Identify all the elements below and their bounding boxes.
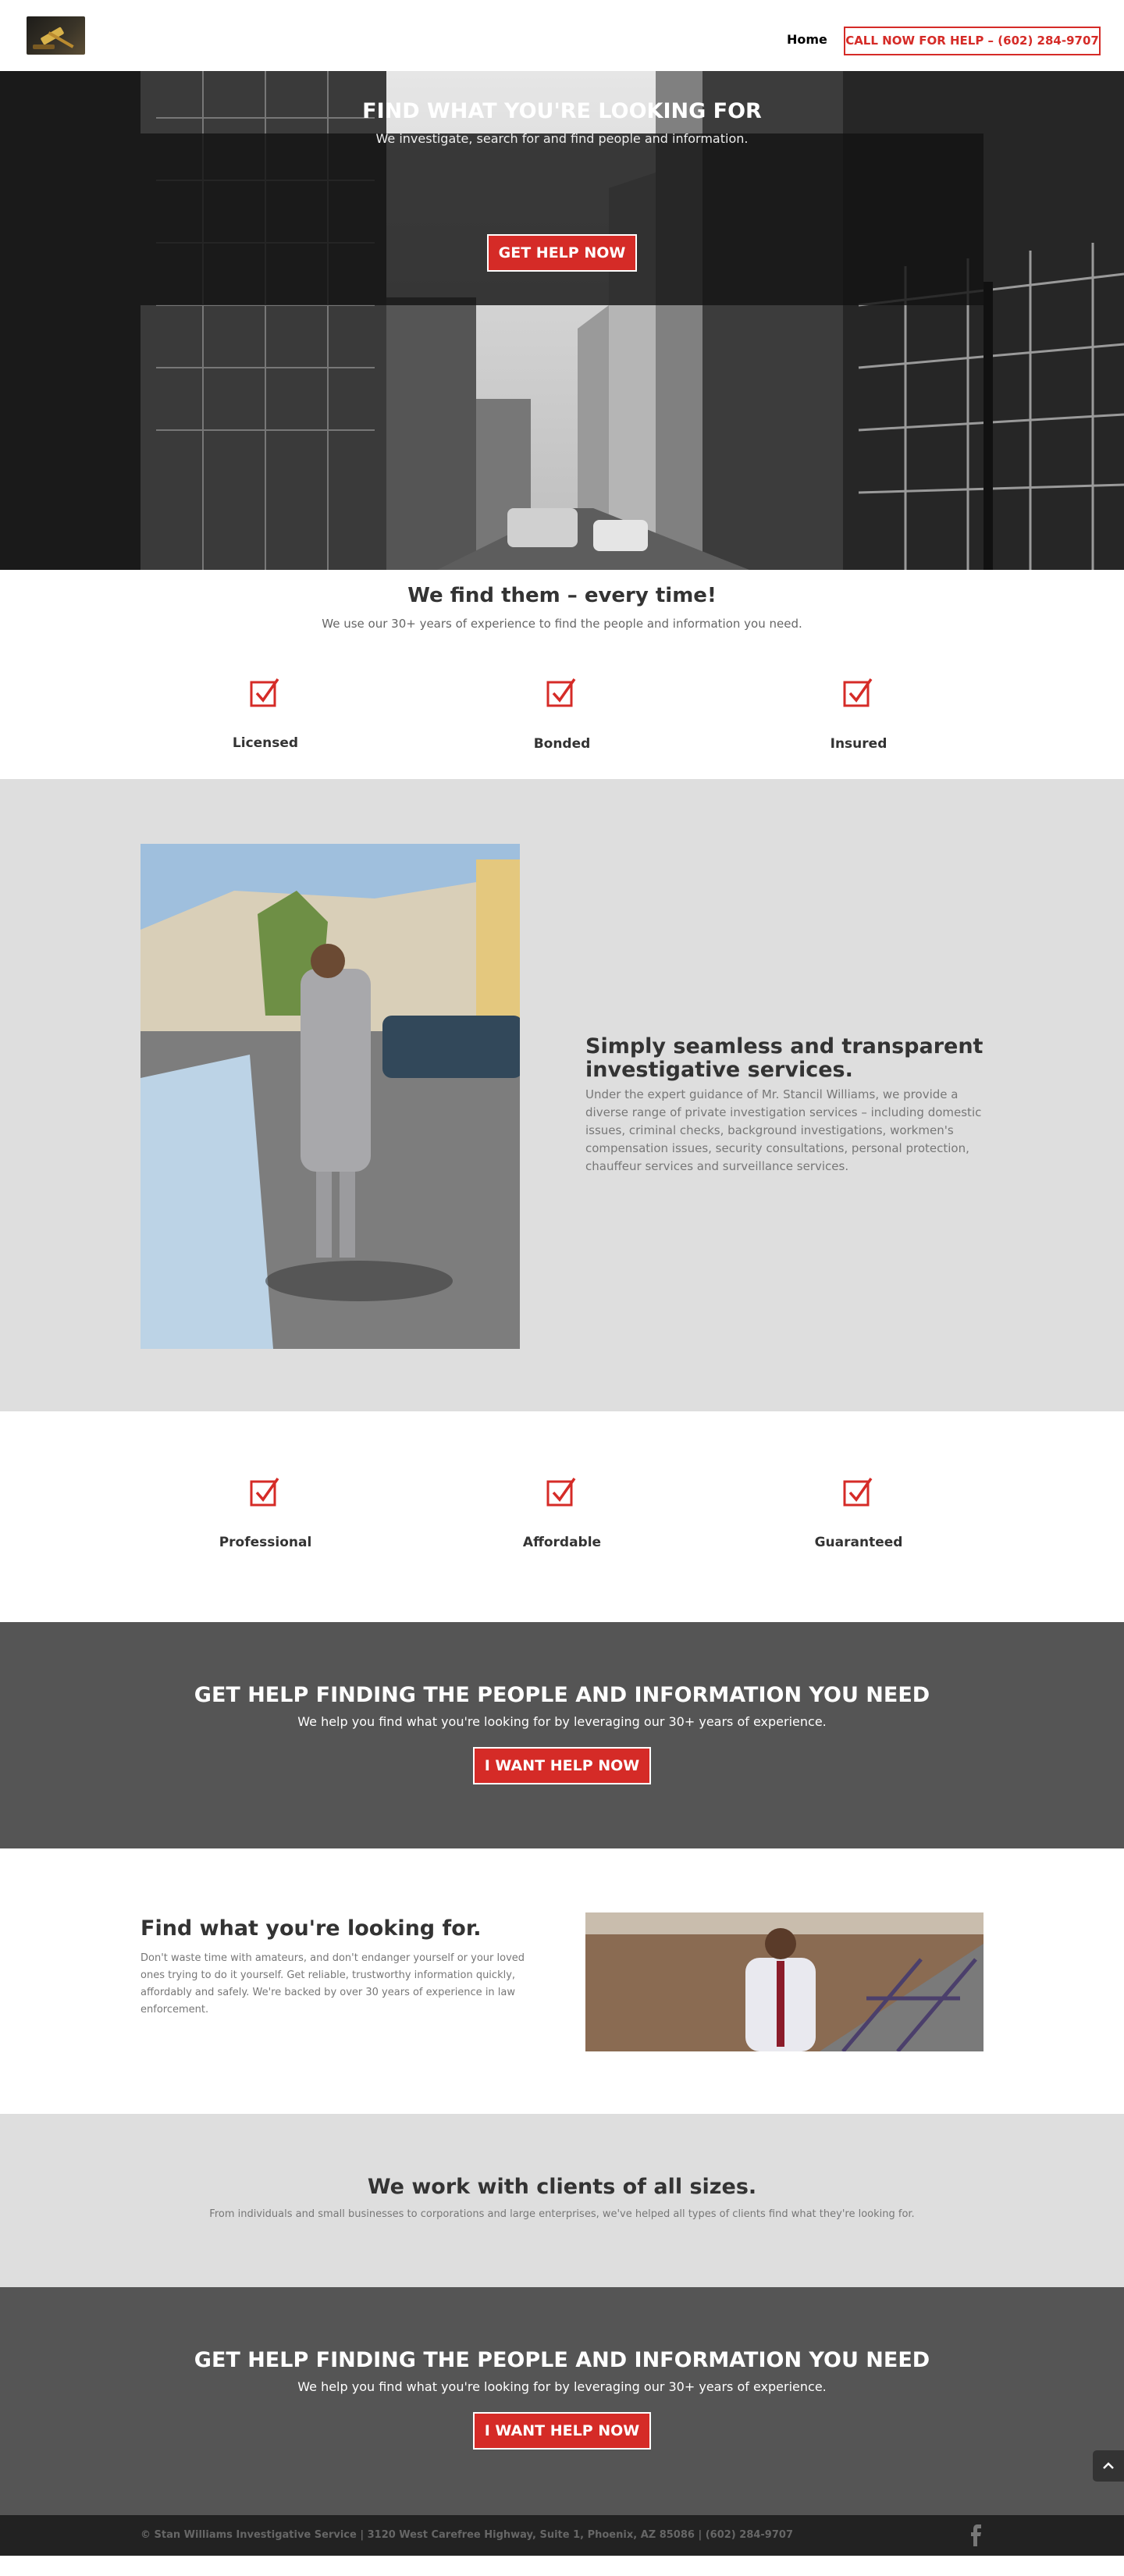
call-now-button[interactable]: CALL NOW FOR HELP – (602) 284-9707	[844, 27, 1101, 55]
i-want-help-now-button[interactable]: I WANT HELP NOW	[473, 1747, 651, 1784]
feature-licensed: Licensed	[232, 735, 299, 751]
investigator-stairs-photo	[585, 1912, 984, 2051]
investigator-photo	[140, 844, 520, 1349]
feature-insured: Insured	[830, 736, 887, 752]
checkbox-checked-icon	[250, 678, 279, 707]
nav-home-link[interactable]: Home	[787, 32, 827, 47]
clients-title: We work with clients of all sizes.	[367, 2175, 757, 2199]
feature-bonded: Bonded	[533, 736, 591, 752]
chevron-up-icon	[1103, 2462, 1114, 2469]
cta-title-1: GET HELP FINDING THE PEOPLE AND INFORMAT…	[194, 1683, 930, 1707]
cta-subtitle-2: We help you find what you're looking for…	[297, 2379, 827, 2394]
get-help-now-button[interactable]: GET HELP NOW	[487, 234, 637, 272]
cta-subtitle-1: We help you find what you're looking for…	[297, 1714, 827, 1729]
logo[interactable]	[27, 16, 85, 55]
checkbox-checked-icon	[250, 1477, 279, 1507]
site-header: Home CALL NOW FOR HELP – (602) 284-9707	[0, 0, 1124, 71]
cta-title-2: GET HELP FINDING THE PEOPLE AND INFORMAT…	[194, 2348, 930, 2372]
cta-section-2	[0, 2287, 1124, 2515]
checkbox-checked-icon	[843, 678, 873, 707]
site-footer: © Stan Williams Investigative Service | …	[0, 2515, 1124, 2556]
checkbox-checked-icon	[843, 1477, 873, 1507]
seamless-body: Under the expert guidance of Mr. Stancil…	[585, 1087, 982, 1173]
hero-title: FIND WHAT YOU'RE LOOKING FOR	[362, 99, 762, 123]
footer-copyright: © Stan Williams Investigative Service | …	[140, 2529, 793, 2541]
hero-subtitle: We investigate, search for and find peop…	[375, 131, 749, 146]
i-want-help-now-button-2[interactable]: I WANT HELP NOW	[473, 2412, 651, 2450]
seamless-title: Simply seamless and transparent investig…	[585, 1034, 984, 1082]
looking-title: Find what you're looking for.	[140, 1916, 482, 1941]
feature-guaranteed: Guaranteed	[814, 1535, 903, 1550]
hero-overlay	[140, 133, 984, 305]
clients-subtitle: From individuals and small businesses to…	[209, 2208, 915, 2220]
scroll-top-button[interactable]	[1093, 2450, 1124, 2482]
intro-subtitle: We use our 30+ years of experience to fi…	[322, 617, 802, 631]
cta-section-1	[0, 1622, 1124, 1848]
feature-affordable: Affordable	[522, 1535, 602, 1550]
checkbox-checked-icon	[546, 1477, 576, 1507]
feature-professional: Professional	[219, 1535, 312, 1550]
looking-body: Don't waste time with amateurs, and don'…	[140, 1952, 525, 2016]
checkbox-checked-icon	[546, 678, 576, 707]
intro-title: We find them – every time!	[407, 584, 717, 607]
clients-section	[0, 2114, 1124, 2287]
facebook-icon[interactable]	[968, 2524, 982, 2546]
